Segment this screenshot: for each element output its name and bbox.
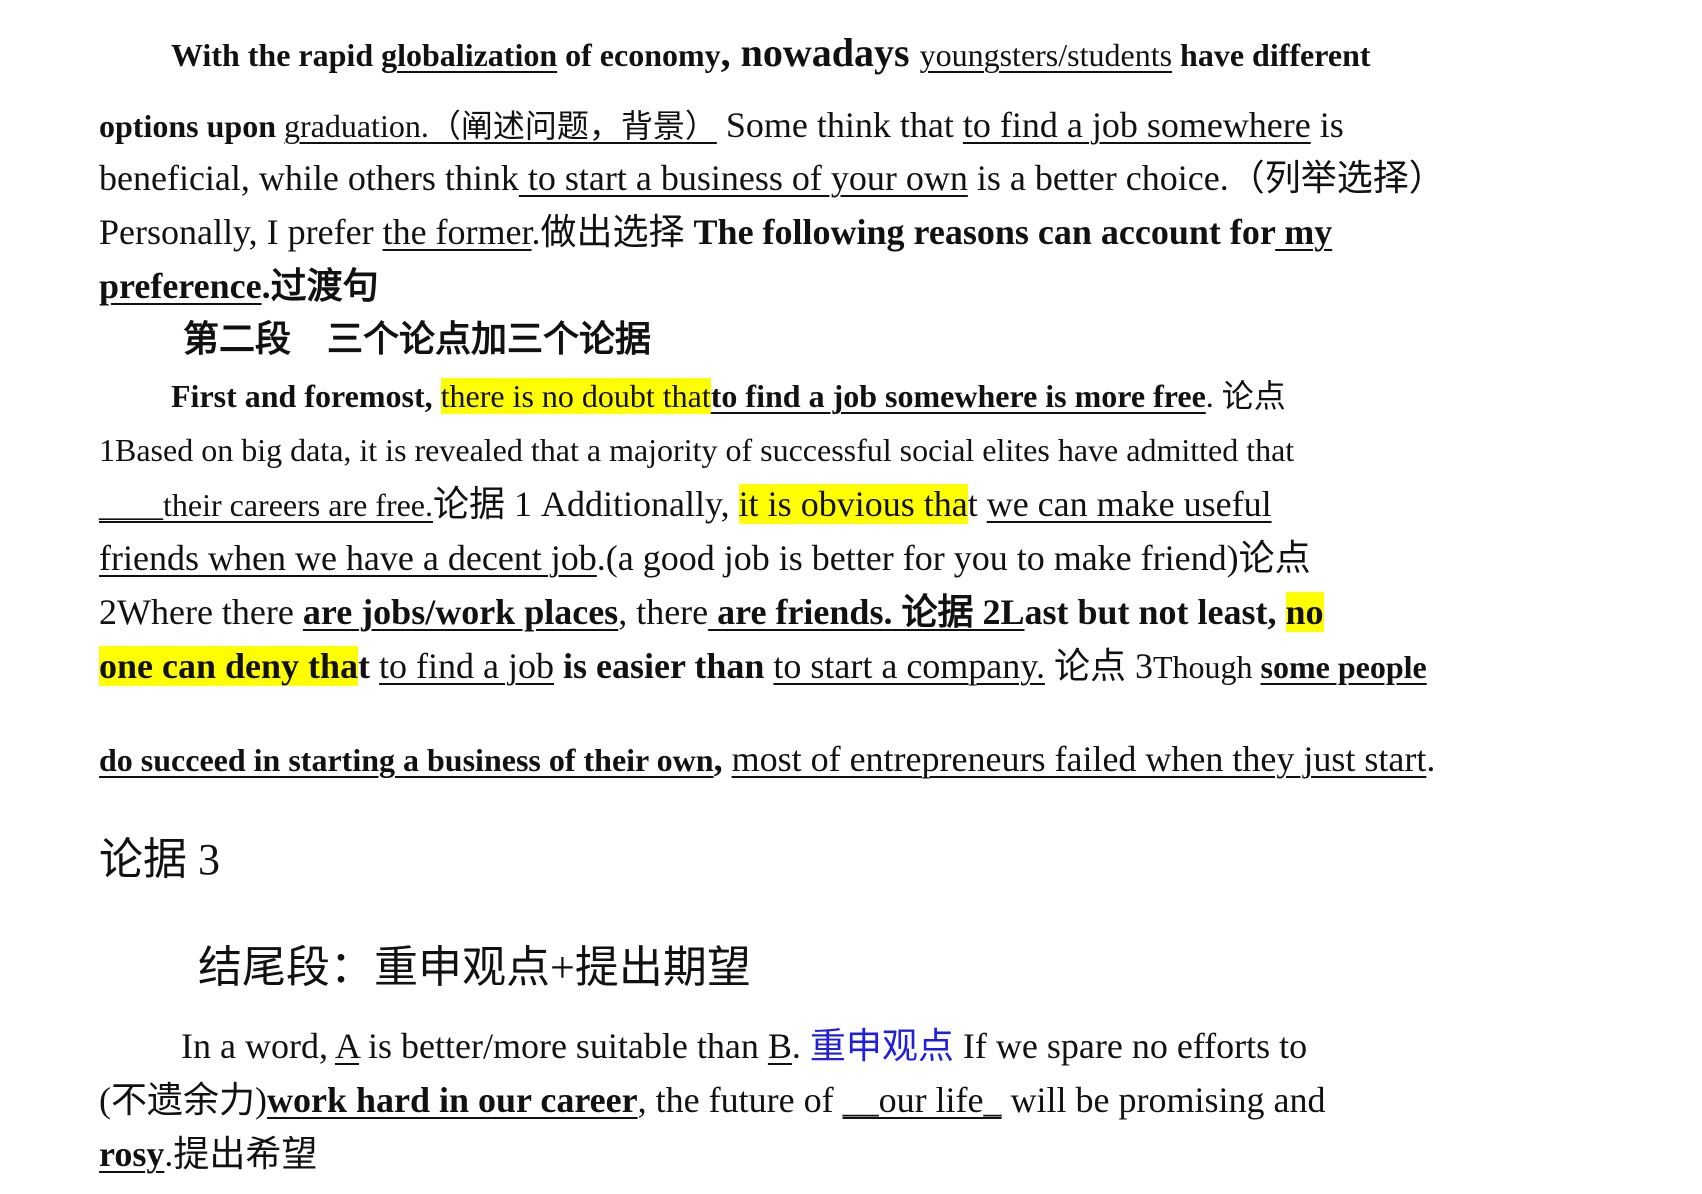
text: . [1426, 739, 1436, 779]
text: is easier than [554, 646, 774, 686]
intro-line-4: Personally, I prefer the former.做出选择 The… [99, 210, 1332, 254]
underlined-text: ____their careers are free. [99, 487, 433, 523]
text: Additionally, [532, 484, 739, 524]
underlined-text: are jobs/work places [302, 592, 619, 632]
body-line-3: ____their careers are free.论据 1 Addition… [99, 482, 1272, 527]
underlined-text: do succeed in starting a business of the… [99, 742, 714, 778]
highlighted-text: no [1285, 592, 1324, 632]
text: .做出选择 [531, 212, 694, 252]
body-line-5: 2Where there are jobs/work places, there… [99, 590, 1324, 634]
text: of economy [557, 37, 721, 73]
evidence-3-label: 论据 3 [99, 835, 220, 884]
text: 2Where there [99, 592, 303, 632]
text: have different [1172, 37, 1371, 73]
underlined-text: preference [99, 266, 262, 306]
conclusion-line-3: rosy.提出希望 [99, 1132, 317, 1176]
intro-line-1: With the rapid globalization of economy,… [171, 31, 1371, 77]
text: In a word, [181, 1026, 335, 1066]
underlined-text: to start a company. [773, 646, 1045, 686]
text: .(a good job is better for you to make f… [596, 538, 1311, 578]
body-line-4: friends when we have a decent job.(a goo… [99, 536, 1311, 580]
underlined-text: friends when we have a decent job [99, 538, 597, 578]
highlighted-text: there is no doubt that [440, 378, 711, 414]
text: Some think that [716, 105, 963, 145]
text: Though [1152, 649, 1261, 685]
text: is better/more suitable than [358, 1026, 768, 1066]
text: With the rapid [171, 37, 382, 73]
underlined-text: to find a job somewhere is more free [710, 378, 1206, 414]
text: , [713, 739, 732, 779]
text: .过渡句 [261, 266, 379, 306]
underlined-text: youngsters/students [919, 37, 1173, 73]
text: ast but not least, [1024, 592, 1286, 632]
text: t [967, 484, 987, 524]
underlined-text: __our life_ [842, 1080, 1002, 1120]
underlined-text: some people [1260, 649, 1427, 685]
text: , the future of [637, 1080, 843, 1120]
document-page: With the rapid globalization of economy,… [0, 0, 1702, 1194]
section-heading: 第二段 三个论点加三个论据 [183, 319, 652, 360]
body-line-7: do succeed in starting a business of the… [99, 737, 1435, 782]
underlined-text: we can make useful [986, 484, 1272, 524]
intro-line-5: preference.过渡句 [99, 264, 379, 308]
intro-line-2: options upon graduation.（阐述问题，背景） Some t… [99, 103, 1344, 148]
underlined-text: the former [382, 212, 532, 252]
text: . [791, 1026, 810, 1066]
underlined-text: globalization [381, 37, 558, 73]
underlined-text: work hard in our career [266, 1080, 638, 1120]
underlined-text: rosy [99, 1134, 165, 1174]
underlined-text: to find a job somewhere [962, 105, 1311, 145]
body-line-1: First and foremost, there is no doubt th… [171, 374, 1286, 418]
blue-annotation: 重申观点 [809, 1026, 954, 1066]
text: 论点 3 [1044, 646, 1153, 686]
text: (不遗余力) [99, 1080, 267, 1120]
text: options upon [99, 108, 284, 144]
underlined-text: to start a business of your own [518, 158, 968, 198]
underlined-text: my [1275, 212, 1333, 252]
intro-line-3: beneficial, while others think to start … [99, 156, 1445, 200]
text: The following reasons can account for [693, 212, 1276, 252]
conclusion-line-2: (不遗余力)work hard in our career, the futur… [99, 1078, 1326, 1122]
text: . 论点 [1205, 378, 1286, 414]
underlined-text: graduation.（阐述问题，背景） [283, 108, 717, 144]
text: t [358, 646, 380, 686]
underlined-text: to find a job [379, 646, 555, 686]
text: .提出希望 [164, 1134, 318, 1174]
text: , there [618, 592, 709, 632]
text: If we spare no efforts to [953, 1026, 1308, 1066]
text: , nowadays [720, 30, 920, 75]
conclusion-heading: 结尾段：重申观点+提出期望 [198, 943, 751, 992]
text: is [1310, 105, 1344, 145]
underlined-text: are friends. 论据 2L [708, 592, 1025, 632]
conclusion-line-1: In a word, A is better/more suitable tha… [181, 1024, 1307, 1068]
underlined-text: A [334, 1026, 359, 1066]
highlighted-text: one can deny tha [99, 646, 359, 686]
text: is a better choice.（列举选择） [967, 158, 1445, 198]
text: Personally, I prefer [99, 212, 383, 252]
text: beneficial, while others think [99, 158, 519, 198]
text: 论据 1 [433, 484, 533, 524]
text: First and foremost, [171, 378, 441, 414]
underlined-text: B [767, 1026, 792, 1066]
highlighted-text: it is obvious tha [738, 484, 968, 524]
text: will be promising and [1001, 1080, 1326, 1120]
text: 1Based on big data, it is revealed that … [99, 432, 1295, 468]
body-line-2: 1Based on big data, it is revealed that … [99, 428, 1294, 472]
body-line-6: one can deny that to find a job is easie… [99, 644, 1427, 689]
underlined-text: most of entrepreneurs failed when they j… [731, 739, 1427, 779]
